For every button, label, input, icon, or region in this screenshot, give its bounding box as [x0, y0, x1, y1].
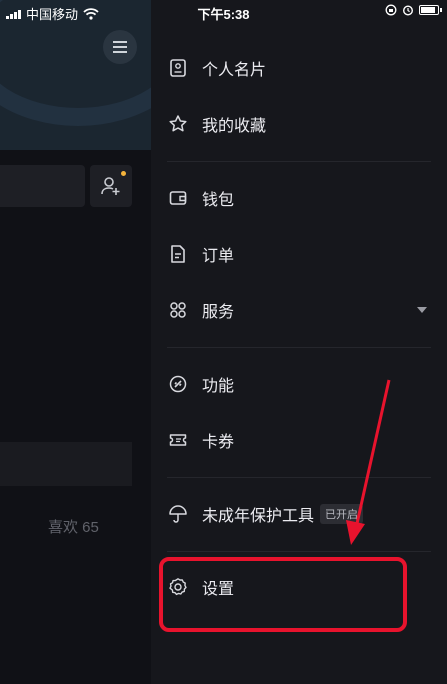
alarm-icon: [402, 5, 414, 16]
status-bar: 中国移动 下午5:38: [0, 0, 447, 26]
status-time: 下午5:38: [197, 7, 250, 22]
rotation-lock-icon: [385, 4, 397, 16]
battery-icon: [419, 5, 442, 15]
annotation-arrow: [346, 379, 391, 545]
